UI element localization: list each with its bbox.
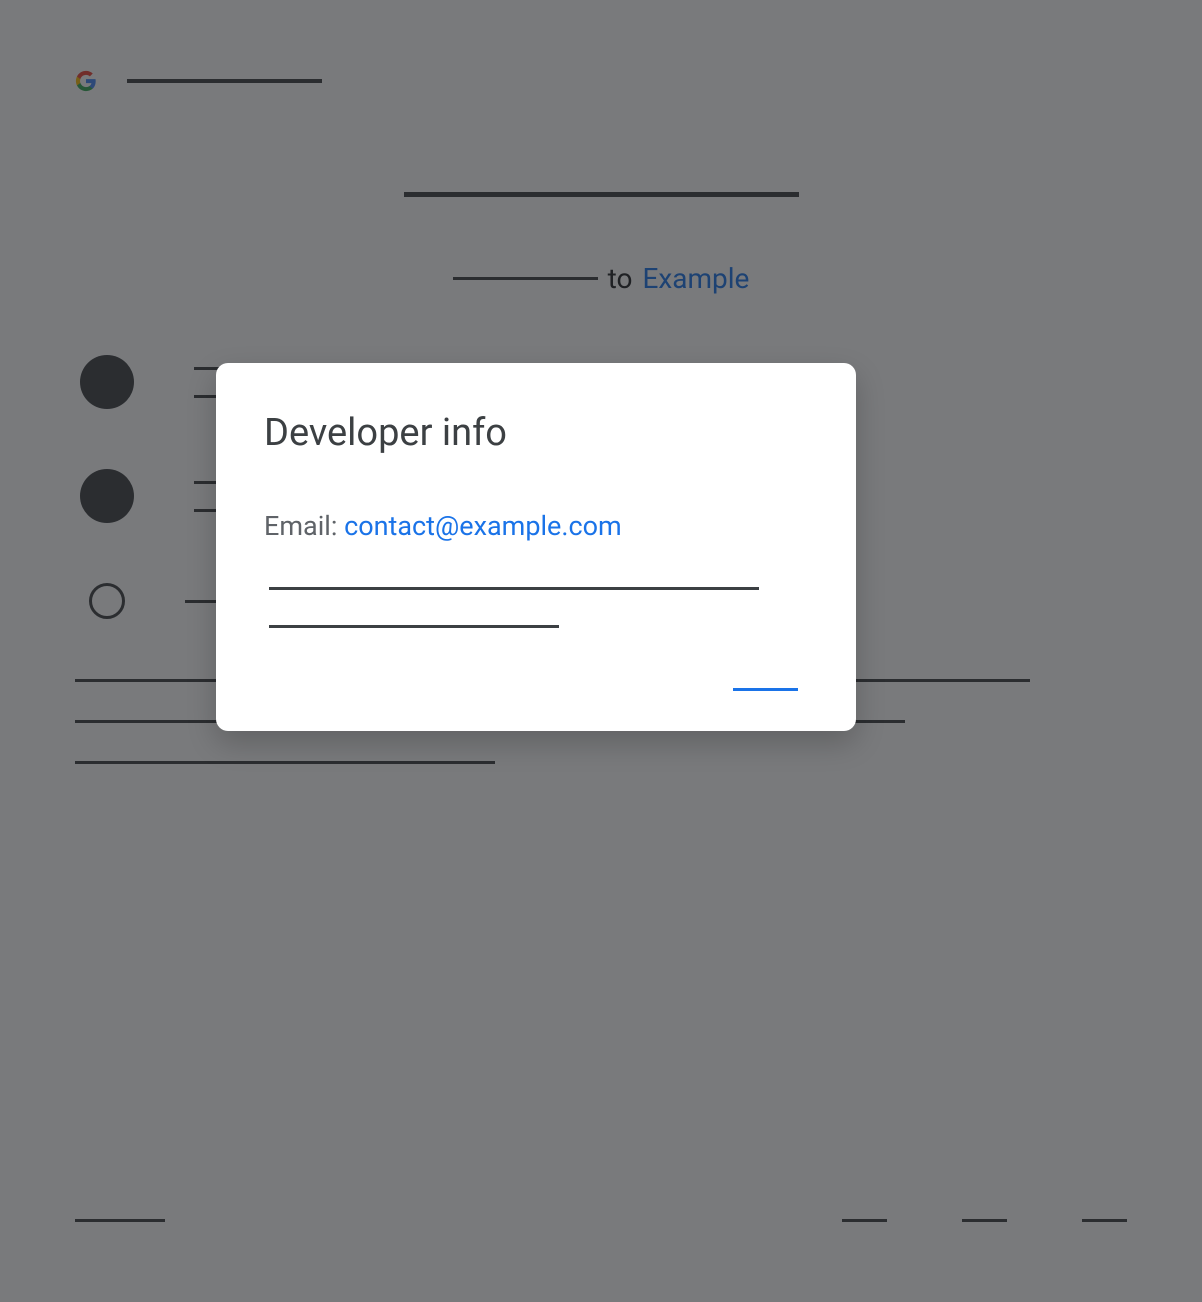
modal-title: Developer info (264, 411, 808, 455)
modal-close-button[interactable] (733, 688, 798, 691)
text-placeholder (269, 625, 559, 628)
modal-actions (264, 688, 808, 691)
email-label: Email: (264, 510, 344, 542)
developer-info-modal: Developer info Email: contact@example.co… (216, 363, 856, 731)
modal-email-row: Email: contact@example.com (264, 510, 808, 542)
text-placeholder (269, 587, 759, 590)
modal-body-text (264, 587, 808, 628)
developer-email-link[interactable]: contact@example.com (344, 510, 622, 542)
